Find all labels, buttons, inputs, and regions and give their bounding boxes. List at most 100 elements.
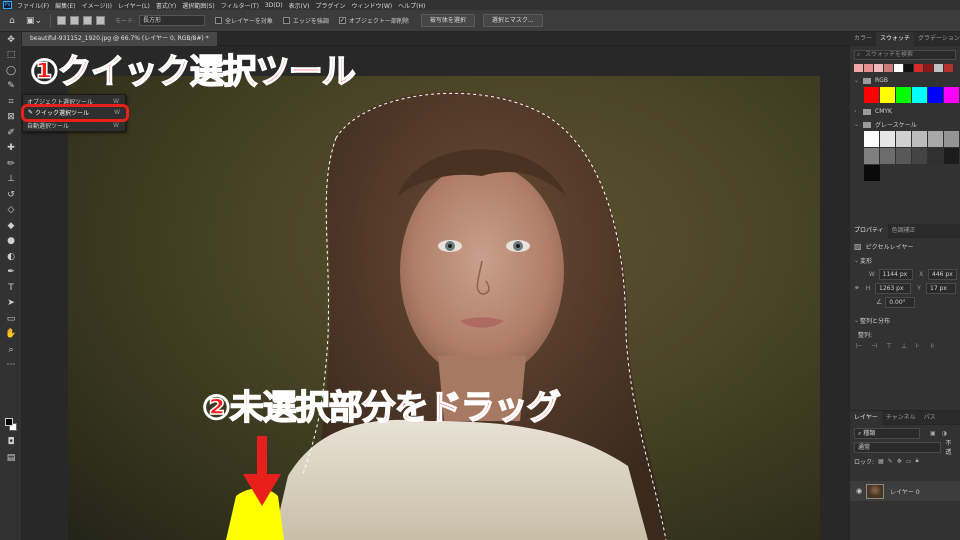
- tab-channels[interactable]: チャンネル: [882, 411, 920, 425]
- menu-3d[interactable]: 3D(D): [265, 2, 283, 9]
- color-swatch[interactable]: [928, 131, 943, 147]
- layer-kind-select[interactable]: ⌕ 種類: [854, 427, 920, 439]
- menu-view[interactable]: 表示(V): [289, 1, 310, 10]
- align-top-icon[interactable]: ⊥: [901, 342, 916, 352]
- color-swatch[interactable]: [924, 64, 933, 72]
- marquee-tool-icon[interactable]: ⬚: [0, 48, 22, 64]
- layer-row[interactable]: ◉ レイヤー 0: [850, 481, 960, 501]
- zoom-tool-icon[interactable]: ⌕: [0, 342, 22, 358]
- link-icon[interactable]: ⚭: [854, 284, 864, 292]
- path-select-icon[interactable]: ➤: [0, 296, 22, 312]
- swatch-group-grayscale[interactable]: ⌄ グレースケール: [854, 120, 956, 129]
- color-swatch[interactable]: [928, 87, 943, 103]
- color-swatch[interactable]: [944, 64, 953, 72]
- color-swatch[interactable]: [896, 131, 911, 147]
- menu-help[interactable]: ヘルプ(H): [398, 1, 425, 10]
- enhance-edge-checkbox[interactable]: エッジを強調: [282, 16, 329, 25]
- menu-select[interactable]: 選択範囲(S): [182, 1, 215, 10]
- color-swatch[interactable]: [880, 87, 895, 103]
- color-swatch[interactable]: [912, 87, 927, 103]
- align-center-v-icon[interactable]: ⊦: [916, 342, 931, 352]
- stamp-tool-icon[interactable]: ⊥: [0, 172, 22, 188]
- pen-tool-icon[interactable]: ✒: [0, 265, 22, 281]
- color-swatch[interactable]: [912, 131, 927, 147]
- quick-select-tool-item[interactable]: ✎ クイック選択ツール W: [24, 107, 126, 118]
- menu-plugins[interactable]: プラグイン: [315, 1, 345, 10]
- transform-header[interactable]: ⌄ 変形: [854, 254, 957, 266]
- tab-adjustments[interactable]: 色調補正: [888, 224, 920, 238]
- history-brush-icon[interactable]: ↺: [0, 187, 22, 203]
- crop-tool-icon[interactable]: ⌗: [0, 94, 22, 110]
- foreground-color-swatch[interactable]: [5, 418, 13, 426]
- screen-mode-icon[interactable]: ▤: [0, 450, 22, 466]
- tab-layers[interactable]: レイヤー: [850, 410, 882, 425]
- move-tool-icon[interactable]: ✥: [0, 32, 22, 48]
- brush-tool-icon[interactable]: ✏: [0, 156, 22, 172]
- lock-transparent-icon[interactable]: ▦: [878, 458, 884, 465]
- type-tool-icon[interactable]: T: [0, 280, 22, 296]
- eye-icon[interactable]: ◉: [856, 487, 862, 495]
- more-tools-icon[interactable]: ⋯: [0, 358, 22, 374]
- dodge-tool-icon[interactable]: ◐: [0, 249, 22, 265]
- blur-tool-icon[interactable]: ●: [0, 234, 22, 250]
- new-selection-icon[interactable]: [57, 16, 66, 25]
- tool-preset-icon[interactable]: ▣⌄: [24, 15, 44, 27]
- swatch-group-rgb[interactable]: ⌄ RGB: [854, 76, 956, 85]
- canvas-area[interactable]: [22, 46, 847, 540]
- color-swatch[interactable]: [874, 64, 883, 72]
- photo-canvas[interactable]: [68, 76, 820, 540]
- menu-file[interactable]: ファイル(F): [17, 1, 49, 10]
- x-field[interactable]: 446 px: [928, 268, 957, 280]
- blend-mode-select[interactable]: 通常: [854, 441, 942, 453]
- lock-artboard-icon[interactable]: ▭: [906, 458, 912, 465]
- menu-layer[interactable]: レイヤー(L): [118, 1, 150, 10]
- swatch-search-input[interactable]: ⌕ スウォッチを検索: [854, 50, 956, 60]
- menu-edit[interactable]: 編集(E): [55, 1, 75, 10]
- color-swatch[interactable]: [934, 64, 943, 72]
- intersect-selection-icon[interactable]: [96, 16, 105, 25]
- color-swatch[interactable]: [864, 131, 879, 147]
- color-swatch[interactable]: [854, 64, 863, 72]
- color-swatch[interactable]: [896, 87, 911, 103]
- select-subject-button[interactable]: 被写体を選択: [420, 14, 475, 27]
- filter-pixel-icon[interactable]: ▣: [930, 430, 936, 437]
- shape-tool-icon[interactable]: ▭: [0, 311, 22, 327]
- color-swatch[interactable]: [912, 148, 927, 164]
- lasso-tool-icon[interactable]: ◯: [0, 63, 22, 79]
- color-swatch[interactable]: [904, 64, 913, 72]
- y-field[interactable]: 17 px: [926, 282, 956, 294]
- swatch-group-cmyk[interactable]: › CMYK: [854, 107, 956, 116]
- menu-window[interactable]: ウィンドウ(W): [351, 1, 392, 10]
- menu-filter[interactable]: フィルター(T): [221, 1, 259, 10]
- lock-paint-icon[interactable]: ✎: [888, 458, 893, 465]
- height-field[interactable]: 1263 px: [875, 282, 911, 294]
- color-swatch[interactable]: [896, 148, 911, 164]
- select-and-mask-button[interactable]: 選択とマスク...: [482, 14, 543, 27]
- home-icon[interactable]: ⌂: [6, 15, 18, 27]
- all-layers-checkbox[interactable]: 全レイヤーを対象: [215, 16, 273, 25]
- tab-paths[interactable]: パス: [920, 411, 940, 425]
- color-swatch[interactable]: [944, 131, 959, 147]
- tab-properties[interactable]: プロパティ: [850, 223, 888, 238]
- lock-all-icon[interactable]: 🔒︎: [915, 457, 918, 465]
- eraser-tool-icon[interactable]: ◇: [0, 203, 22, 219]
- quick-mask-icon[interactable]: ◘: [0, 434, 22, 450]
- color-swatch[interactable]: [928, 148, 943, 164]
- subtract-object-checkbox[interactable]: ✓ オブジェクト一部削除: [338, 16, 409, 25]
- color-swatch[interactable]: [914, 64, 923, 72]
- align-center-h-icon[interactable]: ⊣: [871, 342, 886, 352]
- color-swatch[interactable]: [884, 64, 893, 72]
- subtract-selection-icon[interactable]: [83, 16, 92, 25]
- menu-image[interactable]: イメージ(I): [82, 1, 112, 10]
- healing-brush-icon[interactable]: ✚: [0, 141, 22, 157]
- add-selection-icon[interactable]: [70, 16, 79, 25]
- tab-color[interactable]: カラー: [850, 32, 876, 46]
- color-swatch[interactable]: [880, 131, 895, 147]
- lock-move-icon[interactable]: ✥: [897, 458, 902, 465]
- tab-swatches[interactable]: スウォッチ: [876, 31, 915, 46]
- tab-gradient[interactable]: グラデーション: [914, 32, 960, 46]
- color-swatch[interactable]: [864, 87, 879, 103]
- align-left-icon[interactable]: ⊢: [856, 342, 871, 352]
- align-right-icon[interactable]: ⊤: [886, 342, 901, 352]
- menu-type[interactable]: 書式(Y): [156, 1, 176, 10]
